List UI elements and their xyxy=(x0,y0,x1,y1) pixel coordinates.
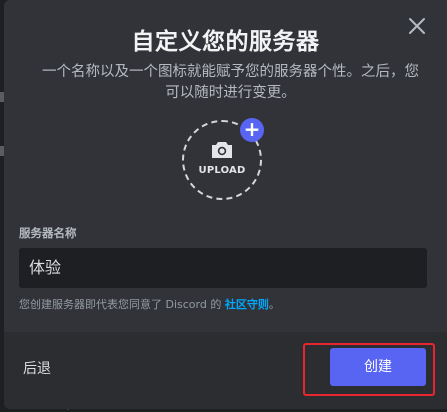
tos-notice: 您创建服务器即代表您同意了 Discord 的 社区守则。 xyxy=(19,296,280,312)
tos-suffix: 。 xyxy=(268,298,280,311)
server-name-label: 服务器名称 xyxy=(19,226,77,240)
plus-icon[interactable]: + xyxy=(240,118,264,142)
modal-subtitle: 一个名称以及一个图标就能赋予您的服务器个性。之后，您可以随时进行变更。 xyxy=(42,64,419,101)
upload-label: UPLOAD xyxy=(198,165,246,176)
server-name-input[interactable]: 体验 xyxy=(19,248,427,288)
modal-footer: 后退 创建 xyxy=(4,332,447,409)
camera-icon xyxy=(212,142,232,158)
community-guidelines-link[interactable]: 社区守则 xyxy=(225,298,269,311)
back-button[interactable]: 后退 xyxy=(23,358,51,378)
create-button[interactable]: 创建 xyxy=(330,348,426,386)
create-server-modal: 自定义您的服务器 一个名称以及一个图标就能赋予您的服务器个性。之后，您可以随时进… xyxy=(4,0,447,409)
modal-title: 自定义您的服务器 xyxy=(131,29,320,55)
tos-prefix: 您创建服务器即代表您同意了 Discord 的 xyxy=(19,298,225,311)
upload-icon-button[interactable]: UPLOAD + xyxy=(182,118,264,200)
